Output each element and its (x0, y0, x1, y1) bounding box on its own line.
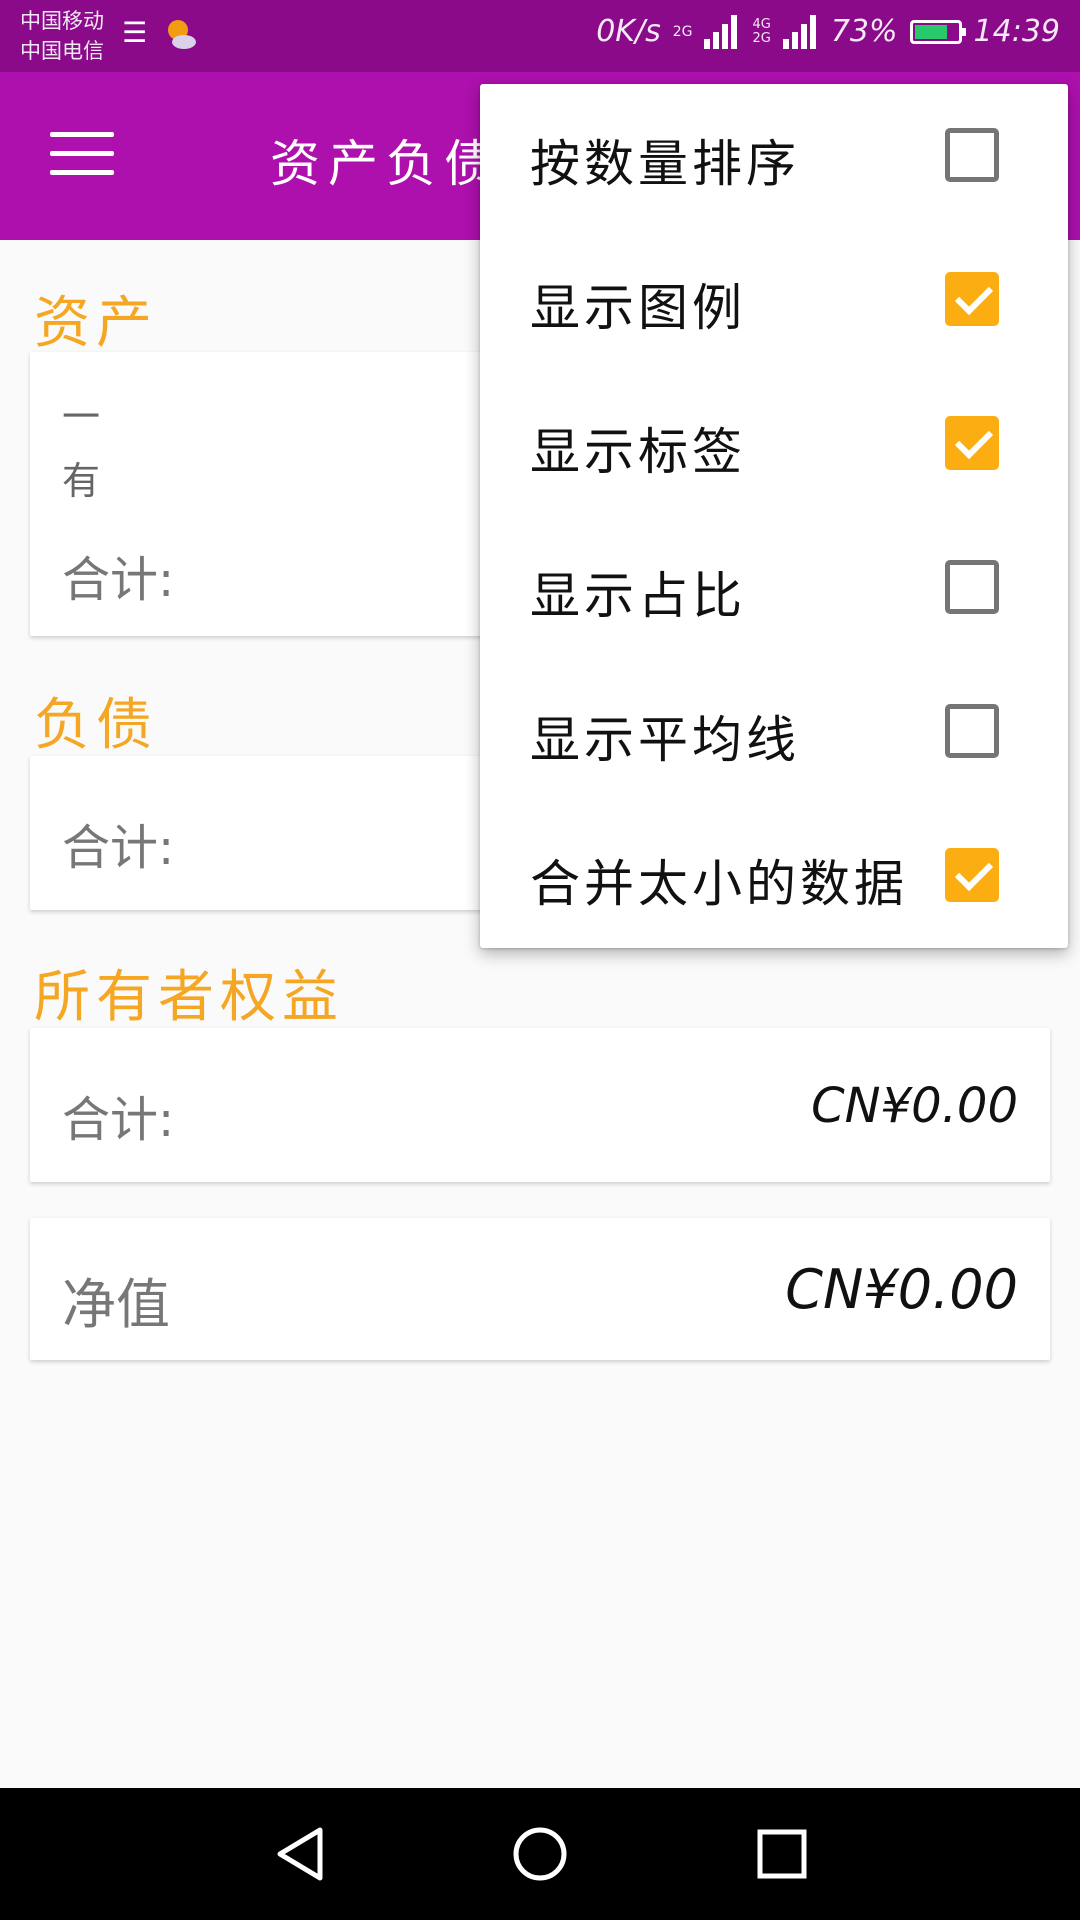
network-type-2g: 2G (752, 30, 771, 46)
checkbox-show-average-line[interactable] (945, 704, 999, 758)
network-type-4g: 4G (752, 16, 771, 32)
menu-item-label: 显示图例 (530, 279, 746, 337)
status-right: 0K/s 2G 4G 2G 73% 14:39 (596, 14, 1060, 49)
menu-item-show-percentage[interactable]: 显示占比 (480, 516, 1068, 660)
equity-card[interactable]: 合计: CN¥0.00 (30, 1028, 1050, 1182)
signal-icon-2 (782, 14, 819, 49)
liabilities-total-label: 合计: (62, 820, 175, 876)
menu-item-label: 显示平均线 (530, 711, 800, 769)
checkbox-show-labels[interactable] (945, 416, 999, 470)
nav-recents-icon[interactable] (750, 1822, 814, 1886)
networth-label: 净值 (62, 1273, 170, 1336)
menu-item-label: 显示标签 (530, 423, 746, 481)
network-type-2: 4G 2G (752, 16, 771, 46)
usb-icon: ☰ (122, 16, 148, 49)
menu-item-show-average-line[interactable]: 显示平均线 (480, 660, 1068, 804)
battery-icon (909, 19, 966, 44)
carrier-1: 中国移动 (20, 9, 104, 33)
menu-item-label: 按数量排序 (530, 135, 800, 193)
battery-percent: 73% (830, 14, 898, 49)
checkbox-show-percentage[interactable] (945, 560, 999, 614)
signal-icon (704, 14, 740, 49)
carrier-2: 中国电信 (20, 39, 104, 63)
networth-value: CN¥0.00 (785, 1258, 1018, 1321)
network-speed: 0K/s (596, 14, 661, 49)
asset-item-2: 有 (62, 459, 101, 503)
nav-back-icon[interactable] (270, 1822, 330, 1886)
equity-heading: 所有者权益 (34, 965, 344, 1030)
clock: 14:39 (973, 14, 1060, 49)
asset-item-1: 一 (62, 395, 101, 439)
menu-item-merge-small-data[interactable]: 合并太小的数据 (480, 804, 1068, 948)
menu-item-sort-by-count[interactable]: 按数量排序 (480, 84, 1068, 228)
checkbox-show-legend[interactable] (945, 272, 999, 326)
carrier-info: 中国移动 中国电信 (20, 6, 104, 66)
assets-total-label: 合计: (62, 552, 175, 608)
checkbox-sort-by-count[interactable] (945, 128, 999, 182)
checkbox-merge-small-data[interactable] (945, 848, 999, 902)
menu-item-label: 显示占比 (530, 567, 746, 625)
status-bar: 中国移动 中国电信 ☰ 0K/s 2G 4G 2G 73% 14:39 (0, 0, 1080, 72)
menu-item-show-legend[interactable]: 显示图例 (480, 228, 1068, 372)
menu-item-label: 合并太小的数据 (530, 855, 908, 913)
equity-total-label: 合计: (62, 1092, 175, 1148)
menu-item-show-labels[interactable]: 显示标签 (480, 372, 1068, 516)
equity-total-value: CN¥0.00 (811, 1078, 1018, 1134)
networth-card[interactable]: 净值 CN¥0.00 (30, 1218, 1050, 1360)
network-type-1: 2G (672, 23, 693, 40)
page-title: 资产负债 (270, 135, 502, 193)
chart-options-menu: 按数量排序 显示图例 显示标签 显示占比 显示平均线 合并太小的数据 (480, 84, 1068, 948)
weather-icon (160, 14, 200, 61)
system-nav-bar (0, 1788, 1080, 1920)
hamburger-menu-icon[interactable] (50, 132, 114, 182)
nav-home-icon[interactable] (508, 1822, 572, 1886)
assets-heading: 资产 (34, 291, 158, 356)
liabilities-heading: 负债 (34, 693, 158, 758)
